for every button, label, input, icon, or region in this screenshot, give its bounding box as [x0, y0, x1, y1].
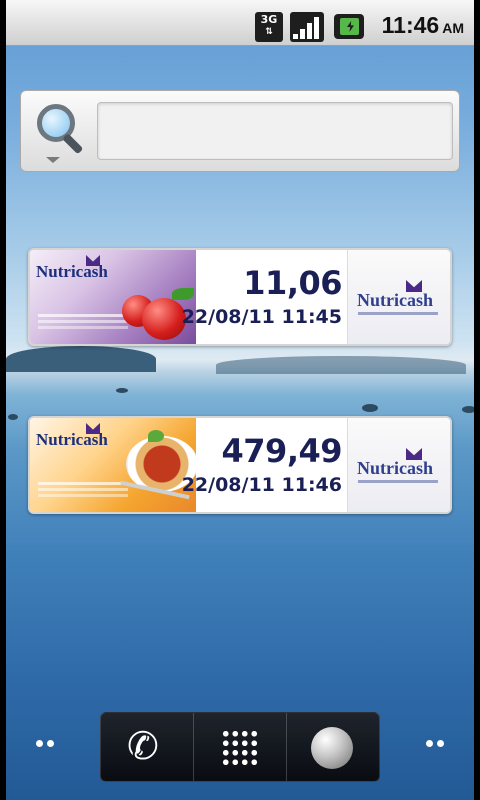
browser-icon	[311, 727, 353, 769]
page-indicator-right[interactable]	[426, 740, 446, 748]
clock-time: 11:46	[381, 12, 440, 38]
sea-rock	[8, 414, 18, 420]
distant-island	[6, 346, 156, 372]
magnifier-handle	[62, 133, 84, 155]
balance-timestamp: 22/08/11 11:46	[181, 474, 342, 496]
dock: ✆	[100, 712, 380, 782]
search-source-dropdown-icon	[46, 157, 60, 163]
sea-rock	[116, 388, 128, 393]
leaf-icon	[172, 288, 194, 300]
sea-rock	[362, 404, 378, 412]
brand-tagline	[358, 312, 438, 315]
status-clock: 11:46 AM	[382, 10, 464, 40]
brand-tagline	[358, 480, 438, 483]
signal-strength-icon	[290, 12, 324, 42]
home-screen: 3G ⇅ 11:46 AM Nutricash 11,06 22/08/11 1…	[6, 0, 474, 800]
browser-button[interactable]	[287, 713, 379, 781]
search-widget	[20, 90, 460, 172]
brand-mark-icon	[86, 423, 100, 434]
app-drawer-icon	[221, 729, 259, 767]
brand-logo-panel: Nutricash	[347, 250, 450, 344]
status-bar: 3G ⇅ 11:46 AM	[6, 0, 474, 46]
sea-rock	[462, 406, 474, 413]
brand-logo: Nutricash	[357, 458, 433, 478]
network-type-icon: 3G ⇅	[255, 12, 283, 42]
brand-mark-icon	[86, 255, 100, 266]
card-fineprint	[38, 482, 128, 485]
phone-button[interactable]: ✆	[101, 713, 194, 781]
balance-value: 11,06	[243, 264, 342, 302]
brand-logo-panel: Nutricash	[347, 418, 450, 512]
basil-leaf-icon	[148, 430, 164, 442]
page-indicator-left[interactable]	[36, 740, 56, 748]
card-image: Nutricash	[30, 250, 196, 344]
balance-timestamp: 22/08/11 11:45	[181, 306, 342, 328]
clock-ampm: AM	[442, 20, 464, 36]
brand-logo: Nutricash	[357, 290, 433, 310]
distant-island-right	[216, 356, 466, 374]
apple-icon	[142, 298, 186, 340]
network-type-label: 3G	[260, 13, 278, 26]
balance-value: 479,49	[221, 432, 343, 470]
phone-icon: ✆	[127, 724, 159, 768]
app-drawer-button[interactable]	[194, 713, 287, 781]
balance-widget[interactable]: Nutricash 479,49 22/08/11 11:46 Nutricas…	[28, 416, 452, 514]
search-input[interactable]	[97, 102, 453, 160]
card-fineprint	[38, 314, 128, 317]
card-image: Nutricash	[30, 418, 196, 512]
search-icon[interactable]	[31, 99, 84, 165]
balance-widget[interactable]: Nutricash 11,06 22/08/11 11:45 Nutricash	[28, 248, 452, 346]
battery-charging-icon	[334, 14, 364, 39]
